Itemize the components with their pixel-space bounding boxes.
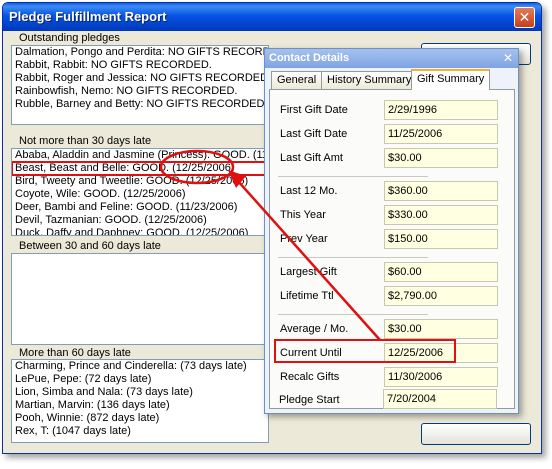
- list-item-selected[interactable]: Beast, Beast and Belle: GOOD. (12/25/200…: [12, 161, 268, 176]
- value-recalc-gifts[interactable]: 11/30/2006: [384, 367, 498, 387]
- value-average-per-month[interactable]: $30.00: [384, 319, 498, 339]
- section-label-30-days: Not more than 30 days late: [19, 135, 152, 147]
- close-button[interactable]: ✕: [514, 7, 535, 28]
- title-bar[interactable]: Pledge Fulfillment Report ✕: [3, 3, 541, 31]
- value-first-gift-date[interactable]: 2/29/1996: [384, 100, 498, 120]
- section-label-60-days: More than 60 days late: [19, 347, 131, 359]
- label-recalc-gifts: Recalc Gifts: [280, 371, 340, 383]
- dialog-title[interactable]: Contact Details ✕: [265, 49, 518, 68]
- value-last-gift-amt[interactable]: $30.00: [384, 148, 498, 168]
- value-last-gift-date[interactable]: 11/25/2006: [384, 124, 498, 144]
- label-last-12-mo: Last 12 Mo.: [280, 185, 338, 197]
- window-title: Pledge Fulfillment Report: [9, 9, 167, 24]
- list-item[interactable]: Lion, Simba and Nala: (73 days late): [12, 386, 268, 399]
- list-item[interactable]: Rubble, Barney and Betty: NO GIFTS RECOR…: [12, 98, 268, 111]
- label-this-year: This Year: [280, 209, 326, 221]
- label-last-gift-amt: Last Gift Amt: [280, 152, 343, 164]
- list-item[interactable]: Devil, Tazmanian: GOOD. (12/25/2006): [12, 214, 268, 227]
- list-item[interactable]: Charming, Prince and Cinderella: (73 day…: [12, 360, 268, 373]
- outstanding-pledges-list[interactable]: Dalmation, Pongo and Perdita: NO GIFTS R…: [11, 45, 269, 125]
- value-prev-year[interactable]: $150.00: [384, 229, 498, 249]
- not-more-than-30-days-list[interactable]: Ababa, Aladdin and Jasmine (Princess): G…: [11, 148, 269, 236]
- list-item[interactable]: Rabbit, Roger and Jessica: NO GIFTS RECO…: [12, 72, 268, 85]
- tab-strip: General History Summary Gift Summary: [269, 69, 515, 90]
- list-item[interactable]: Duck, Daffy and Daphney: GOOD. (12/25/20…: [12, 227, 268, 235]
- side-button-bottom[interactable]: [421, 423, 531, 445]
- divider: [278, 257, 428, 258]
- section-label-30-60-days: Between 30 and 60 days late: [19, 240, 161, 252]
- list-item[interactable]: Ababa, Aladdin and Jasmine (Princess): G…: [12, 149, 268, 162]
- more-than-60-days-list[interactable]: Charming, Prince and Cinderella: (73 day…: [11, 359, 269, 443]
- dialog-close-icon[interactable]: ✕: [501, 51, 515, 65]
- label-pledge-start: Pledge Start: [279, 394, 340, 406]
- tab-gift-summary[interactable]: Gift Summary: [411, 69, 491, 90]
- dialog-title-text: Contact Details: [269, 52, 350, 64]
- list-item[interactable]: Pooh, Winnie: (872 days late): [12, 412, 268, 425]
- tab-history-summary[interactable]: History Summary: [321, 71, 418, 89]
- value-this-year[interactable]: $330.00: [384, 205, 498, 225]
- current-until-highlight: [274, 339, 456, 363]
- tab-general[interactable]: General: [271, 71, 323, 89]
- value-largest-gift[interactable]: $60.00: [384, 262, 498, 282]
- label-lifetime-total: Lifetime Ttl: [280, 290, 334, 302]
- list-item[interactable]: Rex, T: (1047 days late): [12, 425, 268, 438]
- list-item[interactable]: Rabbit, Rabbit: NO GIFTS RECORDED.: [12, 59, 268, 72]
- list-item[interactable]: Dalmation, Pongo and Perdita: NO GIFTS R…: [12, 46, 268, 59]
- list-item[interactable]: Deer, Bambi and Feline: GOOD. (11/23/200…: [12, 201, 268, 214]
- section-label-outstanding: Outstanding pledges: [19, 32, 120, 44]
- label-first-gift-date: First Gift Date: [280, 104, 348, 116]
- list-item[interactable]: Coyote, Wile: GOOD. (12/25/2006): [12, 188, 268, 201]
- list-item[interactable]: LePue, Pepe: (72 days late): [12, 373, 268, 386]
- label-prev-year: Prev Year: [280, 233, 328, 245]
- label-average-per-month: Average / Mo.: [280, 323, 349, 335]
- label-last-gift-date: Last Gift Date: [280, 128, 348, 140]
- value-lifetime-total[interactable]: $2,790.00: [384, 286, 498, 306]
- divider: [278, 176, 428, 177]
- label-largest-gift: Largest Gift: [280, 266, 337, 278]
- between-30-60-days-list[interactable]: [11, 253, 269, 345]
- list-item[interactable]: Martian, Marvin: (136 days late): [12, 399, 268, 412]
- divider: [278, 314, 428, 315]
- list-item[interactable]: Rainbowfish, Nemo: NO GIFTS RECORDED.: [12, 85, 268, 98]
- value-last-12-mo[interactable]: $360.00: [384, 181, 498, 201]
- list-item[interactable]: Bird, Tweety and Tweetlie: GOOD. (12/25/…: [12, 175, 268, 188]
- contact-details-dialog: Contact Details ✕ General History Summar…: [264, 48, 519, 414]
- value-pledge-start[interactable]: 7/20/2004: [383, 389, 497, 409]
